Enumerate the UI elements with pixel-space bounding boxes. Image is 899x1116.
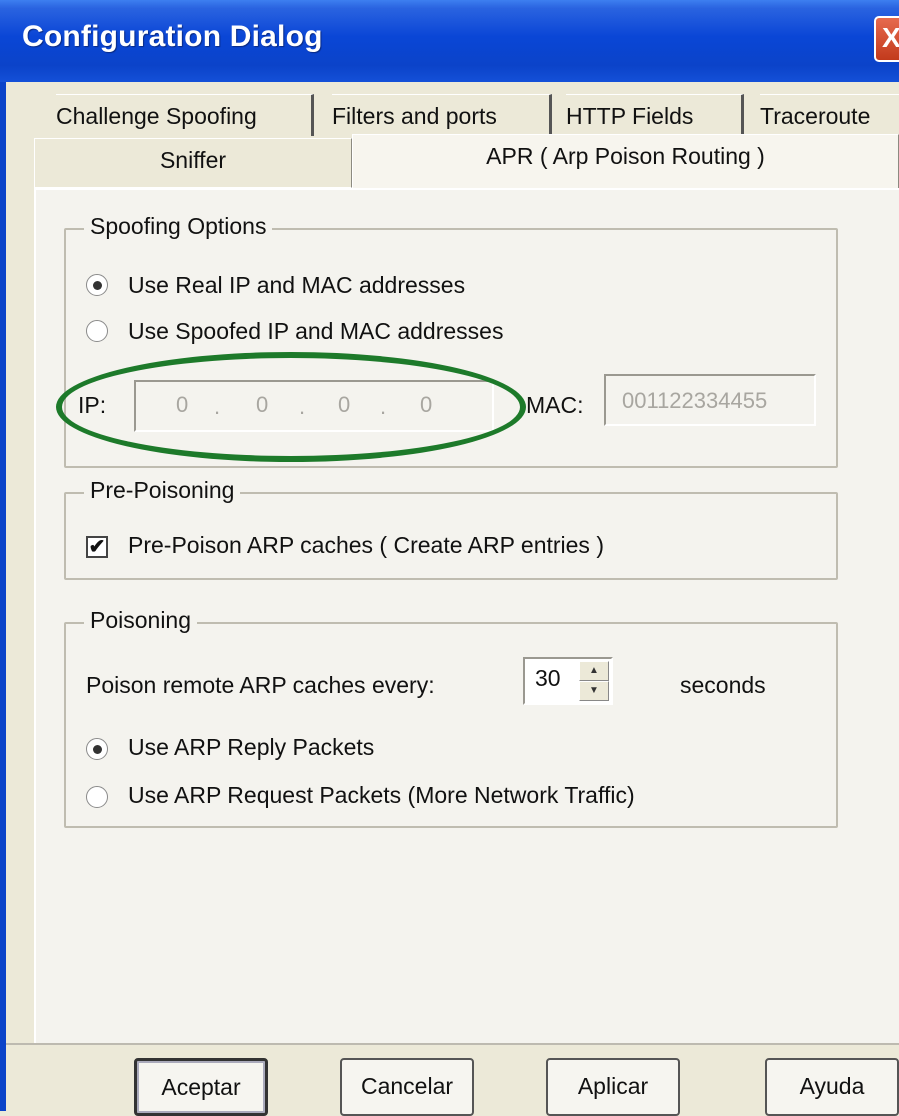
tab-label: Traceroute bbox=[760, 103, 871, 129]
real-ip-mac-label: Use Real IP and MAC addresses bbox=[128, 272, 466, 298]
cancel-button[interactable]: Cancelar bbox=[340, 1058, 474, 1116]
radio-arp-reply[interactable] bbox=[86, 738, 108, 760]
cancel-button-label: Cancelar bbox=[360, 1073, 454, 1099]
chevron-up-icon: ▲ bbox=[589, 665, 599, 676]
tab-label: APR ( Arp Poison Routing ) bbox=[486, 143, 765, 169]
spin-up-button[interactable]: ▲ bbox=[579, 661, 609, 681]
tab-label: Challenge Spoofing bbox=[56, 103, 257, 129]
tab-row-2: Sniffer APR ( Arp Poison Routing ) bbox=[34, 134, 899, 190]
tab-traceroute[interactable]: Traceroute bbox=[760, 94, 899, 136]
tab-label: HTTP Fields bbox=[566, 103, 694, 129]
chevron-down-icon: ▼ bbox=[589, 685, 599, 696]
arp-request-label: Use ARP Request Packets (More Network Tr… bbox=[128, 782, 635, 808]
tab-apr[interactable]: APR ( Arp Poison Routing ) bbox=[352, 134, 899, 188]
mac-address-field[interactable]: 001122334455 bbox=[604, 374, 816, 426]
bottom-separator bbox=[6, 1043, 899, 1045]
group-legend: Pre-Poisoning bbox=[84, 477, 241, 504]
poison-interval-label: Poison remote ARP caches every: bbox=[86, 672, 435, 698]
spin-down-button[interactable]: ▼ bbox=[579, 681, 609, 701]
tab-http-fields[interactable]: HTTP Fields bbox=[566, 94, 744, 136]
group-legend: Spoofing Options bbox=[84, 213, 273, 240]
window-title: Configuration Dialog bbox=[22, 20, 323, 53]
tab-filters-and-ports[interactable]: Filters and ports bbox=[332, 94, 552, 136]
mac-value: 001122334455 bbox=[622, 388, 768, 413]
highlight-annotation-ellipse bbox=[56, 352, 526, 462]
tab-challenge-spoofing[interactable]: Challenge Spoofing bbox=[56, 94, 314, 136]
interval-spinner[interactable]: 30 ▲ ▼ bbox=[523, 657, 613, 705]
pre-poison-label: Pre-Poison ARP caches ( Create ARP entri… bbox=[128, 532, 604, 558]
spoofed-ip-mac-label: Use Spoofed IP and MAC addresses bbox=[128, 318, 504, 344]
arp-reply-label: Use ARP Reply Packets bbox=[128, 734, 375, 760]
close-icon: X bbox=[882, 22, 899, 53]
tab-row-1: Challenge Spoofing Filters and ports HTT… bbox=[38, 94, 899, 138]
group-legend: Poisoning bbox=[84, 607, 198, 634]
help-button[interactable]: Ayuda bbox=[765, 1058, 899, 1116]
spinner-buttons: ▲ ▼ bbox=[579, 661, 609, 701]
help-button-label: Ayuda bbox=[799, 1073, 865, 1099]
ok-button[interactable]: Aceptar bbox=[134, 1058, 268, 1116]
apply-button-label: Aplicar bbox=[577, 1073, 649, 1099]
interval-unit-label: seconds bbox=[680, 672, 766, 698]
tab-sniffer[interactable]: Sniffer bbox=[34, 138, 352, 188]
check-mark-icon: ✔ bbox=[88, 536, 106, 558]
tab-label: Sniffer bbox=[159, 147, 227, 173]
mac-label: MAC: bbox=[526, 392, 584, 418]
close-button[interactable]: X bbox=[874, 16, 899, 62]
pre-poison-checkbox[interactable]: ✔ bbox=[86, 536, 108, 558]
window-frame-left bbox=[0, 82, 6, 1111]
title-bar: Configuration Dialog X bbox=[0, 0, 899, 82]
apply-button[interactable]: Aplicar bbox=[546, 1058, 680, 1116]
ok-button-label: Aceptar bbox=[161, 1074, 241, 1100]
radio-spoofed-ip-mac[interactable] bbox=[86, 320, 108, 342]
radio-real-ip-mac[interactable] bbox=[86, 274, 108, 296]
radio-arp-request[interactable] bbox=[86, 786, 108, 808]
interval-value: 30 bbox=[535, 665, 561, 691]
tab-label: Filters and ports bbox=[332, 103, 497, 129]
